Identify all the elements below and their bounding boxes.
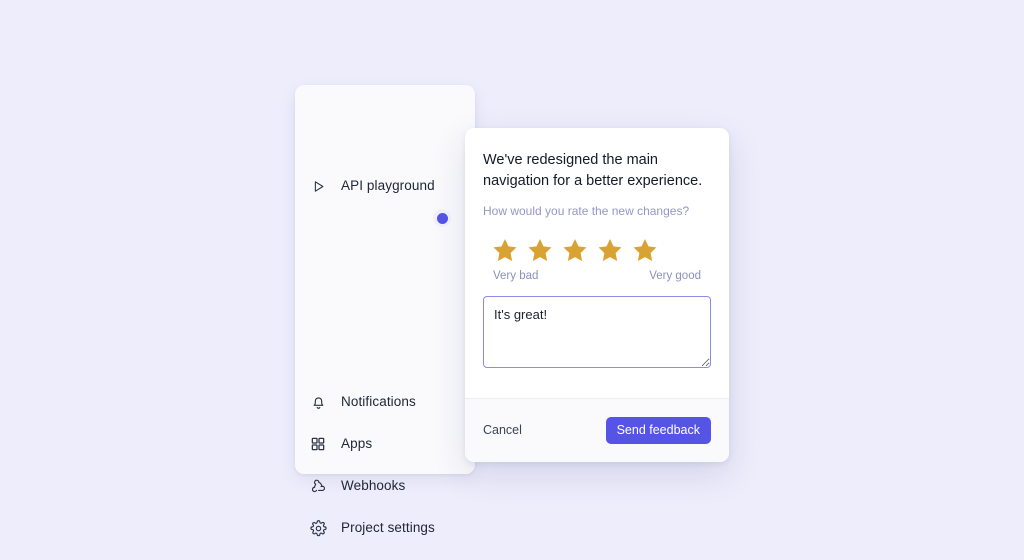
- star-icon-1[interactable]: [492, 237, 518, 263]
- grid-icon: [307, 433, 329, 455]
- star-rating[interactable]: [483, 237, 711, 263]
- sidebar-item-label: Webhooks: [341, 478, 406, 494]
- webhook-icon: [307, 475, 329, 497]
- sidebar-item-notifications[interactable]: Notifications: [295, 387, 475, 417]
- star-icon-4[interactable]: [597, 237, 623, 263]
- sidebar-item-label: API playground: [341, 178, 435, 194]
- notification-dot-core: [436, 212, 448, 224]
- bell-icon: [307, 391, 329, 413]
- gear-icon: [307, 517, 329, 539]
- sidebar-card: API playground Notifications Apps Webhoo…: [295, 85, 475, 536]
- rating-scale-labels: Very bad Very good: [483, 270, 711, 283]
- star-icon-3[interactable]: [562, 237, 588, 263]
- send-feedback-button[interactable]: Send feedback: [605, 417, 711, 444]
- sidebar-item-label: Project settings: [341, 520, 435, 536]
- sidebar-item-project-settings[interactable]: Project settings: [295, 513, 475, 543]
- star-icon-5[interactable]: [632, 237, 658, 263]
- dialog-subtitle: How would you rate the new changes?: [483, 204, 690, 218]
- feedback-comment-input[interactable]: [483, 295, 711, 368]
- feedback-dialog-footer: Cancel Send feedback: [465, 398, 729, 462]
- cancel-button[interactable]: Cancel: [483, 424, 522, 437]
- sidebar-item-label: Apps: [341, 436, 373, 452]
- notification-dot[interactable]: [433, 209, 451, 227]
- rating-high-label: Very good: [649, 270, 701, 282]
- feedback-dialog: We've redesigned the main navigation for…: [465, 128, 729, 462]
- sidebar-item-apps[interactable]: Apps: [295, 429, 475, 459]
- dialog-title: We've redesigned the main navigation for…: [483, 152, 703, 189]
- star-icon-2[interactable]: [527, 237, 553, 263]
- rating-low-label: Very bad: [493, 270, 539, 282]
- sidebar-item-api-playground[interactable]: API playground: [295, 171, 475, 201]
- feedback-dialog-body: We've redesigned the main navigation for…: [465, 128, 729, 398]
- play-triangle-icon: [307, 175, 329, 197]
- sidebar-item-label: Notifications: [341, 394, 416, 410]
- sidebar-item-webhooks[interactable]: Webhooks: [295, 471, 475, 501]
